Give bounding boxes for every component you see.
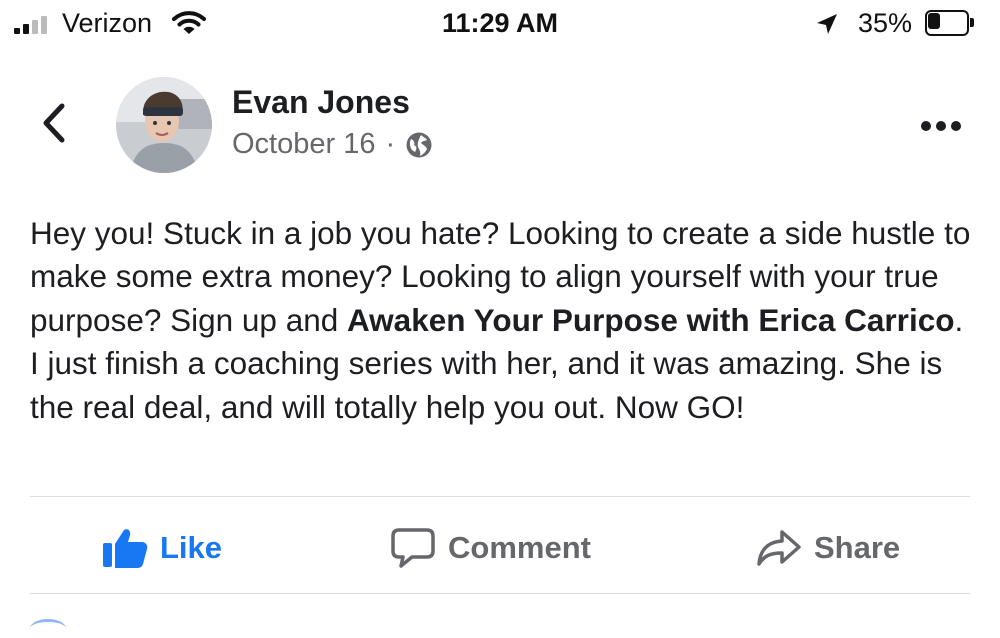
globe-icon [406,132,432,157]
like-button[interactable]: Like [102,520,222,576]
share-arrow-icon [757,530,801,566]
comment-button[interactable]: Comment [390,520,591,576]
meta-separator: · [385,128,396,160]
thumbs-up-icon [103,529,148,568]
location-arrow-icon [817,14,837,34]
share-button[interactable]: Share [756,520,900,576]
battery-icon [925,10,975,36]
share-label: Share [814,530,901,565]
battery-percent: 35% [858,8,913,38]
back-chevron-icon[interactable] [36,100,72,146]
divider-top [30,496,970,497]
more-options-icon[interactable] [918,116,964,136]
like-label: Like [160,530,223,565]
avatar-image [116,77,212,173]
post-meta: October 16 · [232,128,433,161]
status-time: 11:29 AM [441,8,559,38]
comment-bubble-icon [391,528,435,568]
post-date[interactable]: October 16 [232,128,375,161]
action-bar: Like Comment Share [0,520,1000,576]
post-text-bold-link[interactable]: Awaken Your Purpose with Erica Carrico [347,302,954,338]
post-text: Hey you! Stuck in a job you hate? Lookin… [30,212,980,429]
divider-bottom [30,593,970,594]
comment-label: Comment [448,530,591,565]
status-bar: Verizon 11:29 AM 35% [0,0,1000,50]
next-item-peek [30,619,66,638]
author-name[interactable]: Evan Jones [232,84,410,121]
avatar[interactable] [116,77,212,173]
